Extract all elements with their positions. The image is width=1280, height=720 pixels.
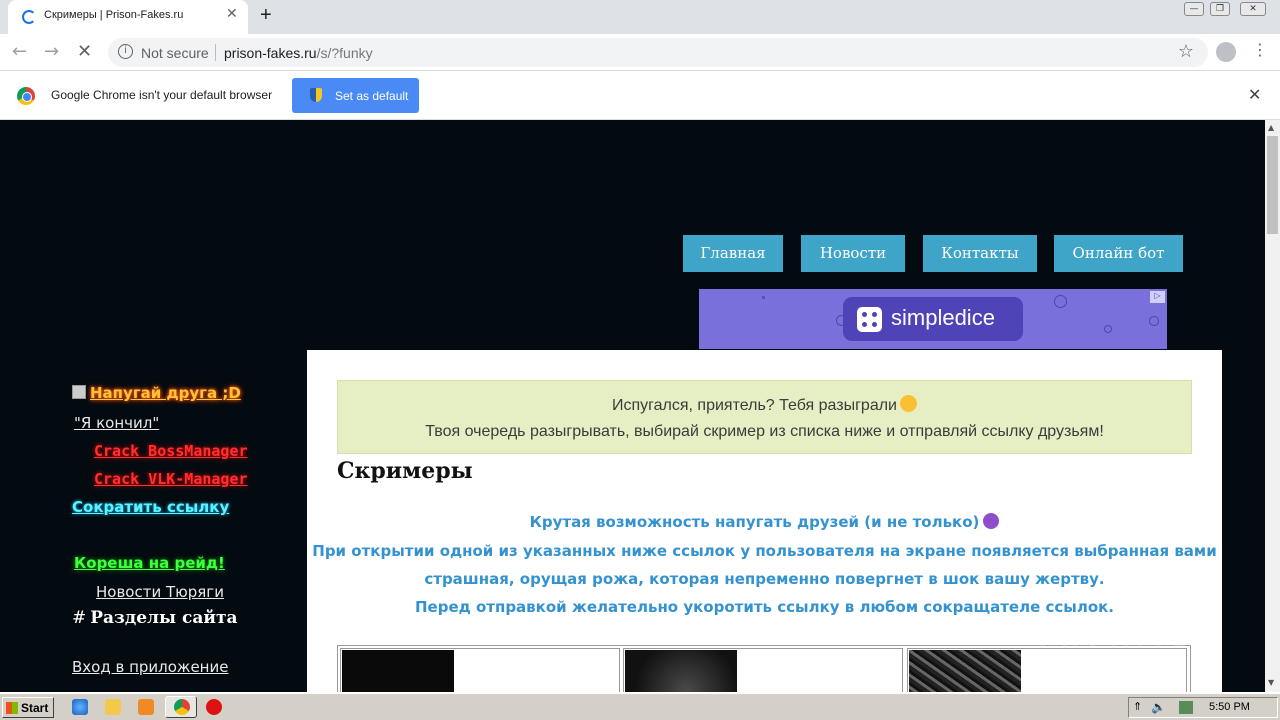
back-arrow-icon[interactable]: ←	[12, 41, 27, 62]
hash-icon: #	[72, 608, 87, 628]
sidebar-link-shorten-url[interactable]: Сократить ссылку	[72, 498, 229, 516]
sidebar-link-quote[interactable]: "Я кончил"	[74, 414, 159, 432]
smile-emoji-icon	[900, 395, 917, 412]
start-label: Start	[21, 701, 49, 715]
restore-button[interactable]: ❐	[1210, 2, 1230, 16]
address-bar[interactable]: i Not secure prison-fakes.ru/s/?funky ☆	[108, 38, 1208, 67]
watermark: ANY.RUN	[1040, 610, 1228, 656]
description-line-1: Крутая возможность напугать друзей (и не…	[307, 513, 1222, 531]
nav-button-home[interactable]: Главная	[683, 235, 783, 272]
address-separator	[215, 44, 216, 61]
ad-banner[interactable]: simpledice ▷	[699, 289, 1167, 349]
forward-arrow-icon[interactable]: →	[44, 41, 59, 62]
description-line-3: страшная, орущая рожа, которая непременн…	[424, 570, 1105, 588]
broken-image-icon	[72, 385, 86, 399]
tab-close-icon[interactable]: ✕	[226, 6, 238, 22]
sidebar-link-scare-text: Напугай друга ;D	[90, 384, 241, 402]
ad-brand-name: simpledice	[891, 305, 995, 330]
notice-line-1: Испугался, приятель? Тебя разыграли	[338, 395, 1191, 415]
screamer-card[interactable]	[340, 648, 620, 692]
dice-icon	[857, 307, 882, 332]
taskbar-clock[interactable]: 5:50 PM	[1209, 701, 1250, 713]
notice-line-2: Твоя очередь разыгрывать, выбирай скриме…	[425, 423, 1104, 440]
info-icon[interactable]: i	[118, 44, 133, 59]
ad-brand-box: simpledice	[843, 297, 1023, 341]
windows-flag-icon	[6, 702, 18, 714]
media-player-icon[interactable]	[138, 699, 154, 715]
notice-line-1-text: Испугался, приятель? Тебя разыграли	[611, 397, 897, 414]
windows-taskbar: Start ⇑ 🔈 5:50 PM	[0, 692, 1280, 720]
scroll-down-icon[interactable]: ▼	[1268, 678, 1274, 687]
nav-button-online-bot[interactable]: Онлайн бот	[1054, 235, 1183, 272]
default-browser-infobar: Google Chrome isn't your default browser…	[0, 71, 1280, 120]
url-text[interactable]: prison-fakes.ru/s/?funky	[224, 45, 373, 61]
opera-icon[interactable]	[206, 699, 222, 715]
screamer-thumbnail[interactable]	[909, 650, 1021, 692]
notice-box: Испугался, приятель? Тебя разыграли Твоя…	[337, 380, 1192, 454]
web-page: Главная Новости Контакты Онлайн бот simp…	[0, 120, 1265, 692]
tab-title: Скримеры | Prison-Fakes.ru	[44, 9, 184, 21]
volume-icon[interactable]: 🔈	[1151, 700, 1166, 714]
security-label: Not secure	[141, 45, 209, 61]
browser-toolbar: ← → ✕ i Not secure prison-fakes.ru/s/?fu…	[0, 34, 1280, 71]
sidebar-link-app-login[interactable]: Вход в приложение	[72, 658, 228, 676]
network-icon[interactable]	[1179, 701, 1193, 714]
ad-decoration	[1054, 295, 1067, 308]
stop-loading-icon[interactable]: ✕	[77, 41, 92, 62]
ad-decoration	[762, 296, 765, 299]
sidebar-link-crack-bossmanager[interactable]: Crack BossManager	[94, 442, 248, 460]
section-title: Скримеры	[337, 458, 473, 484]
sidebar-link-raid[interactable]: Кореша на рейд!	[74, 554, 225, 572]
bookmark-star-icon[interactable]: ☆	[1178, 41, 1194, 62]
screamer-thumbnail[interactable]	[625, 650, 737, 692]
set-default-button[interactable]: Set as default	[292, 78, 419, 113]
new-tab-button[interactable]: +	[260, 4, 272, 27]
tab-active[interactable]: Скримеры | Prison-Fakes.ru ✕	[8, 0, 248, 34]
page-scrollbar[interactable]: ▲ ▼	[1265, 120, 1280, 692]
sidebar-link-scare-friend[interactable]: Напугай друга ;D	[72, 384, 241, 402]
chrome-logo-icon	[17, 87, 35, 105]
menu-dots-icon[interactable]: ⋮	[1252, 40, 1268, 59]
description-line-2: При открытии одной из указанных ниже ссы…	[312, 542, 1217, 560]
sidebar-link-crack-vlk-manager[interactable]: Crack VLK-Manager	[94, 470, 248, 488]
url-path: /s/?funky	[316, 45, 373, 61]
sidebar-link-prison-news[interactable]: Новости Тюряги	[96, 583, 224, 601]
description-line-1-text: Крутая возможность напугать друзей (и не…	[529, 513, 980, 531]
infobar-message: Google Chrome isn't your default browser	[51, 88, 273, 102]
minimize-button[interactable]: —	[1184, 2, 1204, 16]
window-close-button[interactable]: ✕	[1240, 2, 1266, 16]
nav-button-news[interactable]: Новости	[801, 235, 905, 272]
ie-icon[interactable]	[72, 699, 88, 715]
infobar-close-icon[interactable]: ✕	[1248, 85, 1261, 104]
screamer-thumbnail[interactable]	[342, 650, 454, 692]
scroll-thumb[interactable]	[1267, 136, 1278, 234]
system-tray: ⇑ 🔈 5:50 PM	[1128, 697, 1278, 718]
start-button[interactable]: Start	[2, 697, 54, 718]
profile-avatar-icon[interactable]	[1216, 42, 1236, 62]
sections-heading-text: Разделы сайта	[90, 608, 238, 628]
loading-spinner-icon	[22, 10, 36, 24]
tray-expand-icon[interactable]: ⇑	[1133, 700, 1142, 713]
ad-decoration	[1104, 325, 1112, 333]
scroll-up-icon[interactable]: ▲	[1268, 123, 1274, 132]
devil-emoji-icon	[983, 513, 1000, 529]
tab-strip: Скримеры | Prison-Fakes.ru ✕ + — ❐ ✕	[0, 0, 1280, 34]
chrome-icon	[174, 699, 190, 715]
screamer-card[interactable]	[623, 648, 903, 692]
taskbar-chrome-button[interactable]	[165, 696, 197, 718]
ad-decoration	[1149, 316, 1159, 326]
folder-icon[interactable]	[105, 699, 121, 715]
adchoices-icon[interactable]: ▷	[1150, 291, 1165, 303]
set-default-label: Set as default	[335, 89, 409, 103]
url-host: prison-fakes.ru	[224, 45, 317, 61]
nav-button-contacts[interactable]: Контакты	[923, 235, 1037, 272]
shield-icon	[310, 88, 322, 102]
sidebar-sections-heading: # Разделы сайта	[72, 608, 238, 628]
